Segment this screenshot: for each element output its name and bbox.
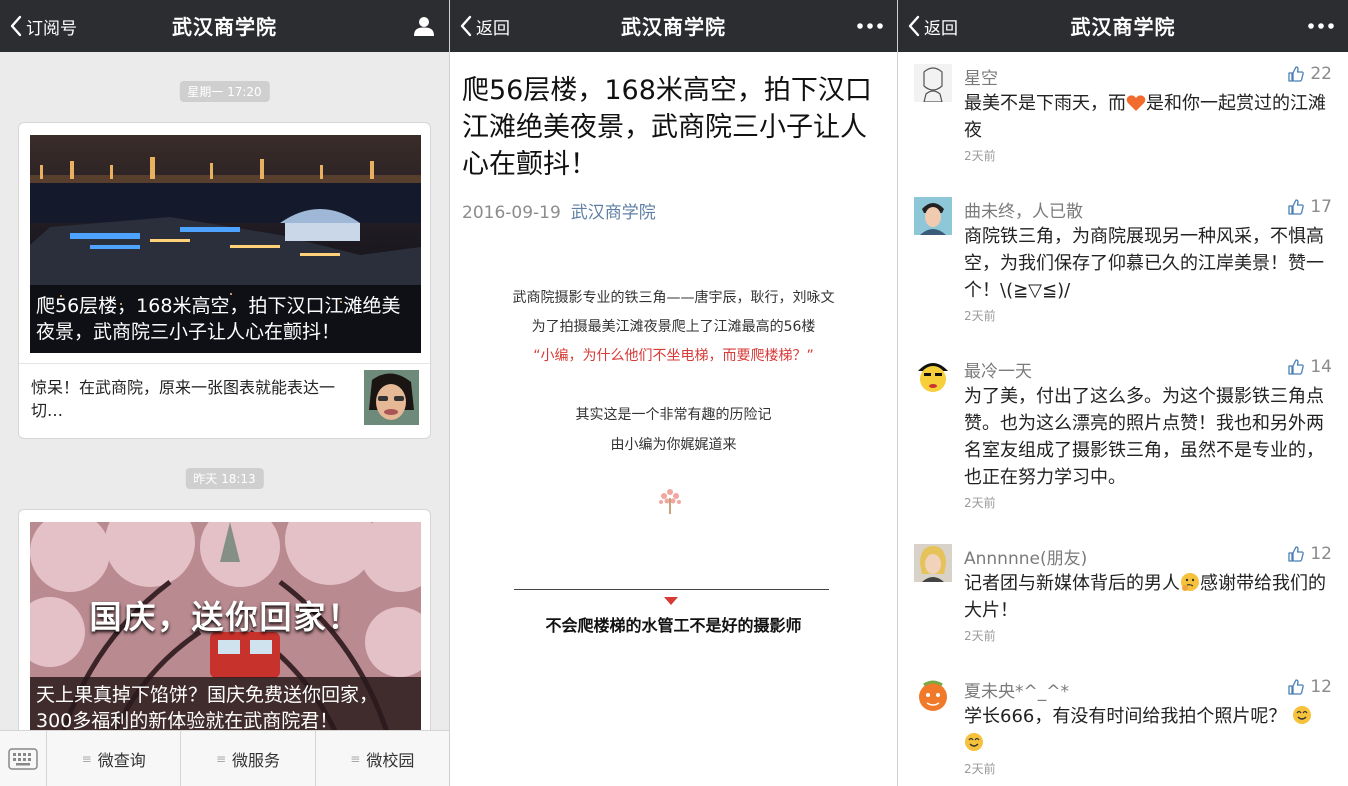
like-button[interactable]: 14: [1288, 357, 1332, 377]
face-photo-image: [364, 370, 419, 425]
thumbs-up-icon: [1288, 546, 1305, 562]
heart-eyes-emoji-icon: [965, 733, 983, 751]
heart-eyes-emoji-icon: [1293, 706, 1312, 724]
like-button[interactable]: 12: [1288, 544, 1332, 564]
feed-panel: 订阅号 武汉商学院 星期一 17:20 爬56层楼，168米高空，拍下汉口江滩绝…: [0, 0, 449, 786]
comment-time: 2天前: [964, 762, 996, 776]
avatar[interactable]: [914, 357, 952, 395]
card-hero-title: 天上果真掉下馅饼？国庆免费送你回家，300多福利的新体验就在武商院君！: [36, 684, 379, 732]
comment-text-part: 最美不是下雨天，而: [964, 93, 1126, 114]
timestamp-pill: 昨天 18:13: [185, 468, 264, 489]
article-paragraph: 由小编为你娓娓道来: [610, 437, 737, 453]
thumbs-up-icon: [1288, 359, 1305, 375]
more-dots-icon: [1308, 23, 1334, 29]
menu-button-campus[interactable]: ≡ 微校园: [316, 731, 449, 786]
comment-text: 商院铁三角，为商院展现另一种风采，不惧高空，为我们保存了仰慕已久的江岸美景！赞一…: [964, 226, 1324, 301]
tree-ornament-icon: [657, 486, 683, 520]
card-divider: [19, 363, 430, 364]
more-options-button[interactable]: [1308, 0, 1334, 52]
heart-emoji-icon: [1126, 95, 1146, 111]
comment-time: 2天前: [964, 629, 996, 643]
like-count: 22: [1310, 64, 1332, 84]
article-date: 2016-09-19: [462, 203, 561, 223]
article-navbar: 返回 武汉商学院: [450, 0, 897, 52]
timestamp-pill: 星期一 17:20: [179, 81, 270, 102]
more-dots-icon: [857, 23, 883, 29]
thumbs-up-icon: [1288, 679, 1305, 695]
hero-image[interactable]: 国庆，送你回家！ 天上果真掉下馅饼？国庆免费送你回家，300多福利的新体验就在武…: [30, 522, 421, 742]
menu-button-service[interactable]: ≡ 微服务: [181, 731, 316, 786]
feed-navbar: 订阅号 武汉商学院: [0, 0, 449, 52]
commenter-name: Annnnne(朋友): [964, 549, 1088, 569]
page-title: 武汉商学院: [1070, 15, 1176, 39]
person-icon: [414, 17, 434, 36]
comment-text: 最美不是下雨天，而 是和你一起赏过的江滩夜: [964, 90, 1328, 144]
commenter-name: 最冷一天: [964, 362, 1032, 382]
comment-text-part: 学长666，有没有时间给我拍个照片呢？: [964, 706, 1287, 727]
like-button[interactable]: 22: [1288, 64, 1332, 84]
comment-time: 2天前: [964, 309, 996, 323]
article-source-link[interactable]: 武汉商学院: [571, 203, 656, 223]
person-photo-avatar: [914, 197, 952, 235]
comments-navbar: 返回 武汉商学院: [898, 0, 1348, 52]
avatar[interactable]: [914, 677, 952, 715]
commenter-name: 星空: [964, 69, 998, 89]
cartoon-character-avatar: [914, 677, 952, 715]
menu-label: 微服务: [232, 750, 281, 770]
sub-article-thumbnail[interactable]: [364, 370, 419, 425]
like-button[interactable]: 12: [1288, 677, 1332, 697]
menu-lines-icon: ≡: [215, 751, 227, 766]
comment-text: 为了美，付出了这么多。为这个摄影铁三角点赞。也为这么漂亮的照片点赞！我也和另外两…: [964, 386, 1324, 488]
menu-lines-icon: ≡: [81, 751, 92, 766]
thinking-emoji-icon: [1181, 573, 1199, 591]
article-paragraph: 其实这是一个非常有趣的历险记: [575, 407, 772, 423]
card-hero-title: 爬56层楼，168米高空，拍下汉口江滩绝美夜景，武商院三小子让人心在颤抖！: [36, 295, 401, 343]
cartoon-face-avatar: [914, 357, 952, 395]
sketch-portrait-avatar: [914, 64, 952, 102]
comment-time: 2天前: [964, 496, 996, 510]
menu-label: 微校园: [366, 750, 415, 770]
like-count: 12: [1310, 677, 1332, 697]
sub-article-title[interactable]: 惊呆！在武商院，原来一张图表就能表达一切…: [31, 376, 351, 422]
comment-time: 2天前: [964, 149, 996, 163]
article-card[interactable]: 爬56层楼，168米高空，拍下汉口江滩绝美夜景，武商院三小子让人心在颤抖！ 惊呆…: [18, 122, 431, 439]
page-title: 武汉商学院: [172, 15, 277, 39]
page-title: 武汉商学院: [621, 15, 726, 39]
menu-bar: ≡ 微查询 ≡ 微服务 ≡ 微校园: [0, 730, 449, 786]
article-subheading: 不会爬楼梯的水管工不是好的摄影师: [545, 616, 802, 635]
avatar[interactable]: [914, 197, 952, 235]
like-button[interactable]: 17: [1288, 197, 1332, 217]
article-quote: “小编，为什么他们不坐电梯，而要爬楼梯？”: [533, 348, 814, 364]
more-options-button[interactable]: [857, 0, 883, 52]
comment-text: 学长666，有没有时间给我拍个照片呢？: [964, 703, 1328, 757]
blonde-person-avatar: [914, 544, 952, 582]
commenter-name: 曲未终，人已散: [964, 202, 1083, 222]
menu-lines-icon: ≡: [350, 751, 361, 766]
thumbs-up-icon: [1288, 66, 1305, 82]
keyboard-toggle-button[interactable]: [0, 731, 47, 786]
profile-button[interactable]: [413, 0, 435, 52]
keyboard-icon: [8, 748, 38, 770]
article-meta: 2016-09-19 武汉商学院: [462, 198, 656, 223]
commenter-name: 夏未央*^_^*: [964, 682, 1069, 702]
like-count: 14: [1310, 357, 1332, 377]
comment-text: 记者团与新媒体背后的男人 感谢带给我们的大片！: [964, 570, 1328, 624]
hero-image[interactable]: 爬56层楼，168米高空，拍下汉口江滩绝美夜景，武商院三小子让人心在颤抖！: [30, 135, 421, 353]
menu-label: 微查询: [97, 750, 146, 770]
like-count: 17: [1310, 197, 1332, 217]
banner-text: 国庆，送你回家！: [89, 598, 362, 636]
menu-button-query[interactable]: ≡ 微查询: [47, 731, 182, 786]
avatar[interactable]: [914, 544, 952, 582]
comment-text-part: 记者团与新媒体背后的男人: [964, 573, 1180, 594]
article-panel: 返回 武汉商学院 爬56层楼，168米高空，拍下汉口江滩绝美夜景，武商院三小子让…: [450, 0, 897, 786]
comments-panel: 返回 武汉商学院 星空 22 最美不是下雨天，而是和你一起赏过的江滩夜 2天前: [898, 0, 1348, 786]
article-paragraph: 为了拍摄最美江滩夜景爬上了江滩最高的56楼: [531, 319, 816, 335]
like-count: 12: [1310, 544, 1332, 564]
avatar[interactable]: [914, 64, 952, 102]
thumbs-up-icon: [1288, 199, 1305, 215]
article-paragraph: 武商院摄影专业的铁三角——唐宇辰，耿行，刘咏文: [512, 290, 835, 306]
article-title: 爬56层楼，168米高空，拍下汉口江滩绝美夜景，武商院三小子让人心在颤抖！: [462, 75, 872, 180]
triangle-marker-icon: [664, 590, 678, 609]
